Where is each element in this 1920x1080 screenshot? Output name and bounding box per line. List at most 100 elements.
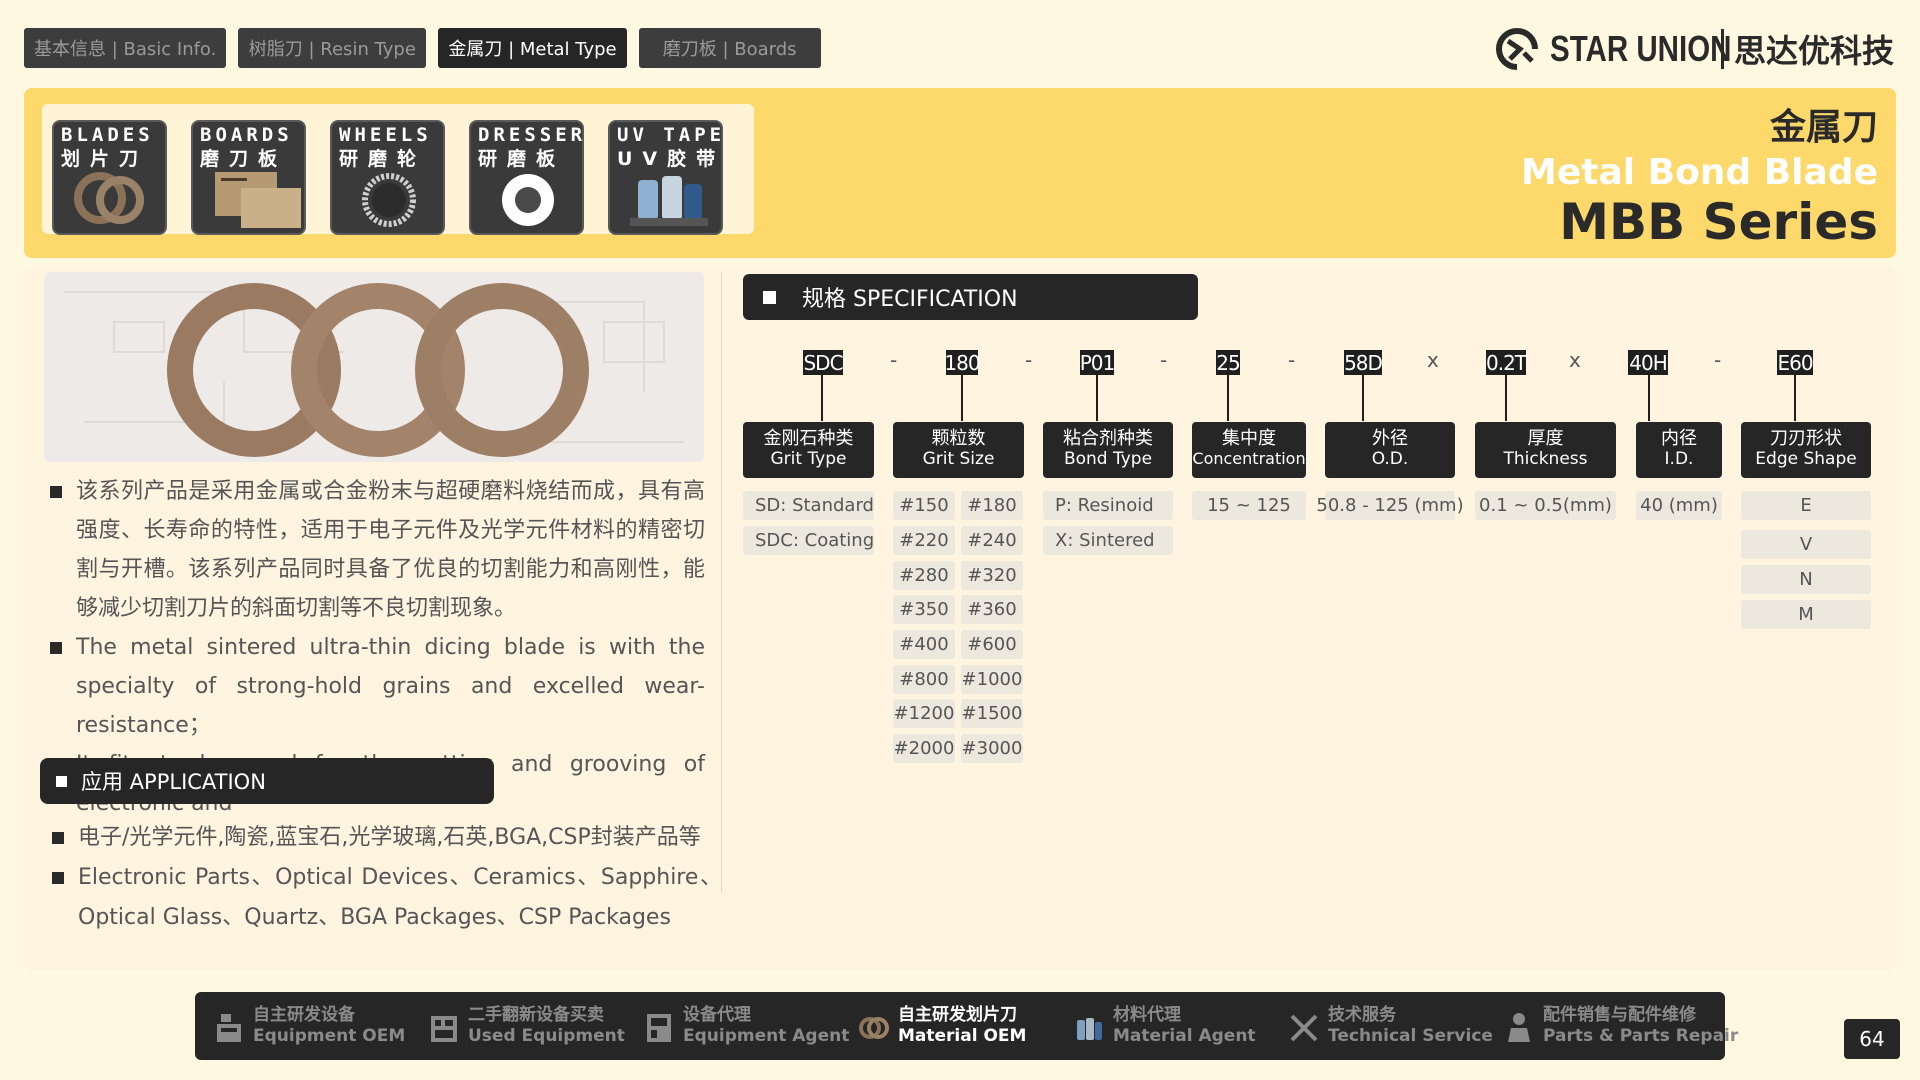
nav-equipment-agent[interactable]: 设备代理 Equipment Agent (625, 1005, 849, 1047)
nav-equipment-oem[interactable]: 自主研发设备 Equipment OEM (195, 1005, 410, 1047)
description-item: 该系列产品是采用金属或合金粉末与超硬磨料烧结而成，具有高强度、长寿命的特性，适用… (50, 472, 705, 628)
edge-shape-value: V (1741, 530, 1871, 559)
grit-type-value: SDC: Coating (743, 526, 874, 555)
wheels-icon (362, 173, 416, 227)
column-od-cn: 外径 (1372, 428, 1408, 449)
bond-type-value: P: Resinoid (1043, 491, 1173, 520)
agent-icon (647, 1014, 671, 1042)
code-separator: - (1288, 348, 1296, 372)
category-dresser[interactable]: DRESSER 研磨板 (469, 120, 584, 235)
category-boards-en: BOARDS (200, 124, 293, 146)
nav-material-oem[interactable]: 自主研发划片刀 Material OEM (840, 1005, 1055, 1047)
application-text-cn: 电子/光学元件,陶瓷,蓝宝石,光学玻璃,石英,BGA,CSP封装产品等 (78, 825, 701, 850)
product-series: MBB Series (1559, 193, 1878, 251)
grit-size-value: #240 (961, 526, 1023, 555)
bullet-square-icon (56, 775, 67, 787)
specification-heading: 规格 SPECIFICATION (743, 274, 1198, 320)
code-concentration: 25 (1216, 350, 1241, 375)
grit-type-value: SD: Standard (743, 491, 874, 520)
application-list: 电子/光学元件,陶瓷,蓝宝石,光学玻璃,石英,BGA,CSP封装产品等 Elec… (52, 818, 722, 938)
category-wheels-en: WHEELS (339, 124, 432, 146)
nav-used-equipment-label: 二手翻新设备买卖 Used Equipment (468, 1005, 625, 1046)
nav-technical-service-label: 技术服务 Technical Service (1328, 1005, 1493, 1046)
column-concentration-cn: 集中度 (1222, 428, 1276, 449)
category-boards[interactable]: BOARDS 磨刀板 (191, 120, 306, 235)
column-bond-type-en: Bond Type (1063, 449, 1153, 469)
grit-size-value: #360 (961, 595, 1023, 624)
connector-line (1227, 375, 1229, 421)
id-value: 40 (mm) (1636, 491, 1722, 520)
column-thickness: 厚度 Thickness (1475, 422, 1616, 478)
nav-parts-repair[interactable]: 配件销售与配件维修 Parts & Parts Repair (1485, 1005, 1738, 1047)
category-blades-en: BLADES (61, 124, 154, 146)
nav-used-equipment[interactable]: 二手翻新设备买卖 Used Equipment (410, 1005, 625, 1047)
application-text-en: Electronic Parts、Optical Devices、Ceramic… (78, 865, 722, 930)
column-id-cn: 内径 (1661, 428, 1697, 449)
category-wheels[interactable]: WHEELS 研磨轮 (330, 120, 445, 235)
code-bond-type: P01 (1079, 350, 1115, 375)
tab-basic-info[interactable]: 基本信息 | Basic Info. (24, 28, 227, 68)
nav-parts-repair-label: 配件销售与配件维修 Parts & Parts Repair (1543, 1005, 1739, 1046)
bullet-square-icon (50, 642, 62, 654)
column-grit-type-cn: 金刚石种类 (763, 428, 854, 449)
category-dresser-en: DRESSER (478, 124, 584, 146)
boards-icon (215, 172, 301, 228)
grit-size-value: #400 (893, 630, 955, 659)
connector-line (1794, 375, 1796, 421)
column-bond-type: 粘合剂种类 Bond Type (1043, 422, 1173, 478)
connector-line (1505, 375, 1507, 421)
tab-boards[interactable]: 磨刀板 | Boards (638, 28, 821, 68)
edge-shape-value: M (1741, 600, 1871, 629)
column-id: 内径 I.D. (1636, 422, 1722, 478)
nav-material-agent-label: 材料代理 Material Agent (1113, 1005, 1256, 1046)
column-thickness-cn: 厚度 (1527, 428, 1564, 449)
tab-resin-type[interactable]: 树脂刀 | Resin Type (238, 28, 427, 68)
bond-type-value: X: Sintered (1043, 526, 1173, 555)
connector-line (1096, 375, 1098, 421)
application-item: 电子/光学元件,陶瓷,蓝宝石,光学玻璃,石英,BGA,CSP封装产品等 (52, 818, 722, 858)
thickness-value: 0.1 ~ 0.5(mm) (1475, 491, 1616, 520)
grit-size-value: #180 (961, 491, 1023, 520)
column-concentration: 集中度 Concentration (1192, 422, 1306, 478)
product-banner: BLADES 划片刀 BOARDS 磨刀板 WHEELS 研磨轮 DRESSER… (24, 88, 1896, 258)
top-tabs: 基本信息 | Basic Info. 树脂刀 | Resin Type 金属刀 … (24, 28, 821, 68)
nav-technical-service[interactable]: 技术服务 Technical Service (1270, 1005, 1493, 1047)
description-text-cn: 该系列产品是采用金属或合金粉末与超硬磨料烧结而成，具有高强度、长寿命的特性，适用… (76, 479, 705, 621)
bullet-square-icon (50, 486, 62, 498)
product-title-cn: 金属刀 (1769, 107, 1878, 148)
grit-size-value: #280 (893, 561, 955, 590)
category-blades[interactable]: BLADES 划片刀 (52, 120, 167, 235)
connector-line (1362, 375, 1364, 421)
code-thickness: 0.2T (1485, 350, 1527, 375)
product-photo (44, 272, 704, 462)
grit-size-value: #220 (893, 526, 955, 555)
nav-equipment-oem-label: 自主研发设备 Equipment OEM (253, 1005, 406, 1046)
code-grit-type: SDC (803, 350, 844, 375)
description-text-en-1: The metal sintered ultra-thin dicing bla… (76, 635, 705, 738)
tab-metal-type[interactable]: 金属刀 | Metal Type (438, 28, 627, 68)
od-value: 50.8 - 125 (mm) (1316, 491, 1464, 520)
column-grit-type: 金刚石种类 Grit Type (743, 422, 874, 478)
grit-size-value: #350 (893, 595, 955, 624)
specification-heading-text: 规格 SPECIFICATION (802, 287, 1018, 312)
product-title-block: 金属刀 Metal Bond Blade MBB Series (1521, 98, 1878, 251)
code-od: 58D (1344, 350, 1383, 375)
nav-material-agent[interactable]: 材料代理 Material Agent (1055, 1005, 1270, 1047)
product-title-en: Metal Bond Blade (1521, 152, 1878, 193)
column-bond-type-cn: 粘合剂种类 (1063, 428, 1153, 449)
tools-icon (1290, 1014, 1318, 1042)
code-id: 40H (1628, 350, 1668, 375)
connector-line (961, 375, 963, 421)
star-union-logo-icon (1495, 28, 1538, 70)
uv-tapes-icon (630, 176, 708, 226)
category-uv-tapes[interactable]: UV TAPES UV胶带 (608, 120, 723, 235)
grit-size-value: #600 (961, 630, 1023, 659)
code-separator: - (1025, 348, 1033, 372)
grit-size-value: #150 (893, 491, 955, 520)
code-separator: - (890, 348, 898, 372)
grit-size-value: #1200 (893, 699, 955, 728)
worker-icon (1508, 1013, 1530, 1042)
grit-size-value: #3000 (961, 734, 1023, 763)
column-od: 外径 O.D. (1325, 422, 1455, 478)
description-item: The metal sintered ultra-thin dicing bla… (50, 628, 705, 745)
